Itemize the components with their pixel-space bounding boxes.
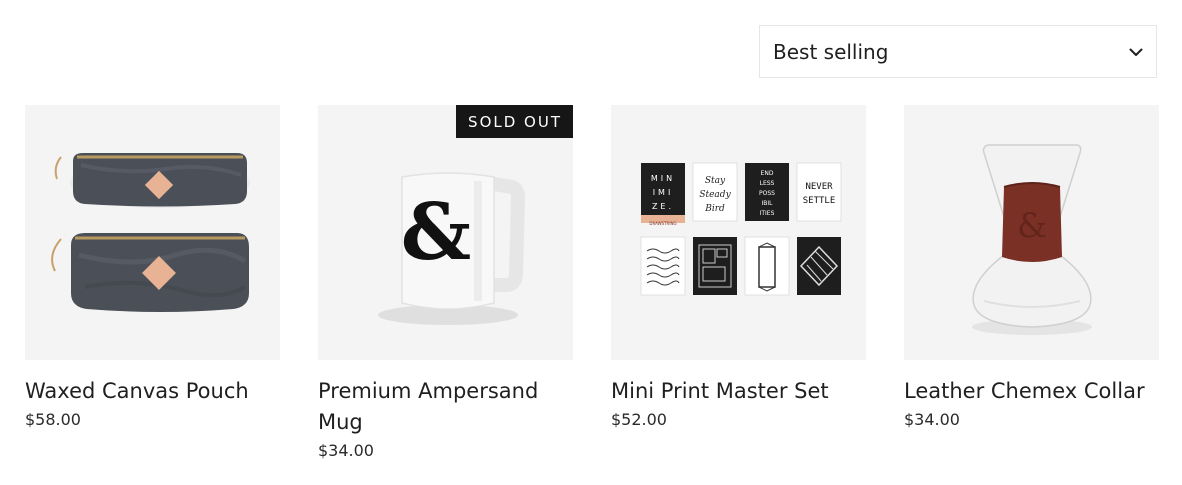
product-title[interactable]: Mini Print Master Set	[611, 376, 866, 407]
sold-out-badge: SOLD OUT	[456, 105, 573, 138]
product-title[interactable]: Waxed Canvas Pouch	[25, 376, 280, 407]
product-card[interactable]: Waxed Canvas Pouch $58.00	[25, 105, 280, 429]
product-price: $34.00	[318, 441, 374, 460]
product-title[interactable]: Premium Ampersand Mug	[318, 376, 573, 438]
product-title[interactable]: Leather Chemex Collar	[904, 376, 1159, 407]
product-image-pouch[interactable]	[25, 105, 280, 360]
svg-text:Stay: Stay	[705, 176, 726, 186]
product-grid: Waxed Canvas Pouch $58.00 & SOLD OUT Pre…	[25, 105, 1159, 475]
svg-text:LESS: LESS	[760, 180, 775, 187]
svg-text:Bird: Bird	[704, 204, 725, 214]
product-price: $58.00	[25, 410, 81, 429]
product-price: $34.00	[904, 410, 960, 429]
sort-selected-value: Best selling	[773, 39, 889, 64]
product-card[interactable]: DRAWSTRING MIN IMI ZE. Stay Steady Bird …	[611, 105, 866, 429]
product-image-chemex[interactable]: &	[904, 105, 1159, 360]
svg-text:IBIL: IBIL	[762, 200, 774, 207]
product-card[interactable]: & SOLD OUT Premium Ampersand Mug $34.00	[318, 105, 573, 460]
svg-text:END: END	[761, 170, 774, 177]
svg-text:ITIES: ITIES	[760, 210, 775, 217]
product-image-prints[interactable]: DRAWSTRING MIN IMI ZE. Stay Steady Bird …	[611, 105, 866, 360]
chevron-down-icon	[1128, 44, 1144, 60]
product-price: $52.00	[611, 410, 667, 429]
sort-select[interactable]: Best selling	[759, 25, 1157, 78]
svg-text:IMI: IMI	[653, 188, 674, 197]
svg-text:ZE.: ZE.	[652, 202, 674, 211]
svg-text:&: &	[401, 187, 471, 278]
svg-text:NEVER: NEVER	[805, 182, 833, 192]
svg-text:Steady: Steady	[699, 190, 731, 200]
svg-text:POSS: POSS	[759, 190, 775, 197]
product-card[interactable]: & Leather Chemex Collar $34.00	[904, 105, 1159, 429]
svg-text:SETTLE: SETTLE	[803, 196, 836, 206]
svg-text:DRAWSTRING: DRAWSTRING	[649, 221, 676, 226]
svg-text:MIN: MIN	[651, 174, 675, 183]
svg-text:&: &	[1017, 206, 1047, 246]
product-image-mug[interactable]: & SOLD OUT	[318, 105, 573, 360]
